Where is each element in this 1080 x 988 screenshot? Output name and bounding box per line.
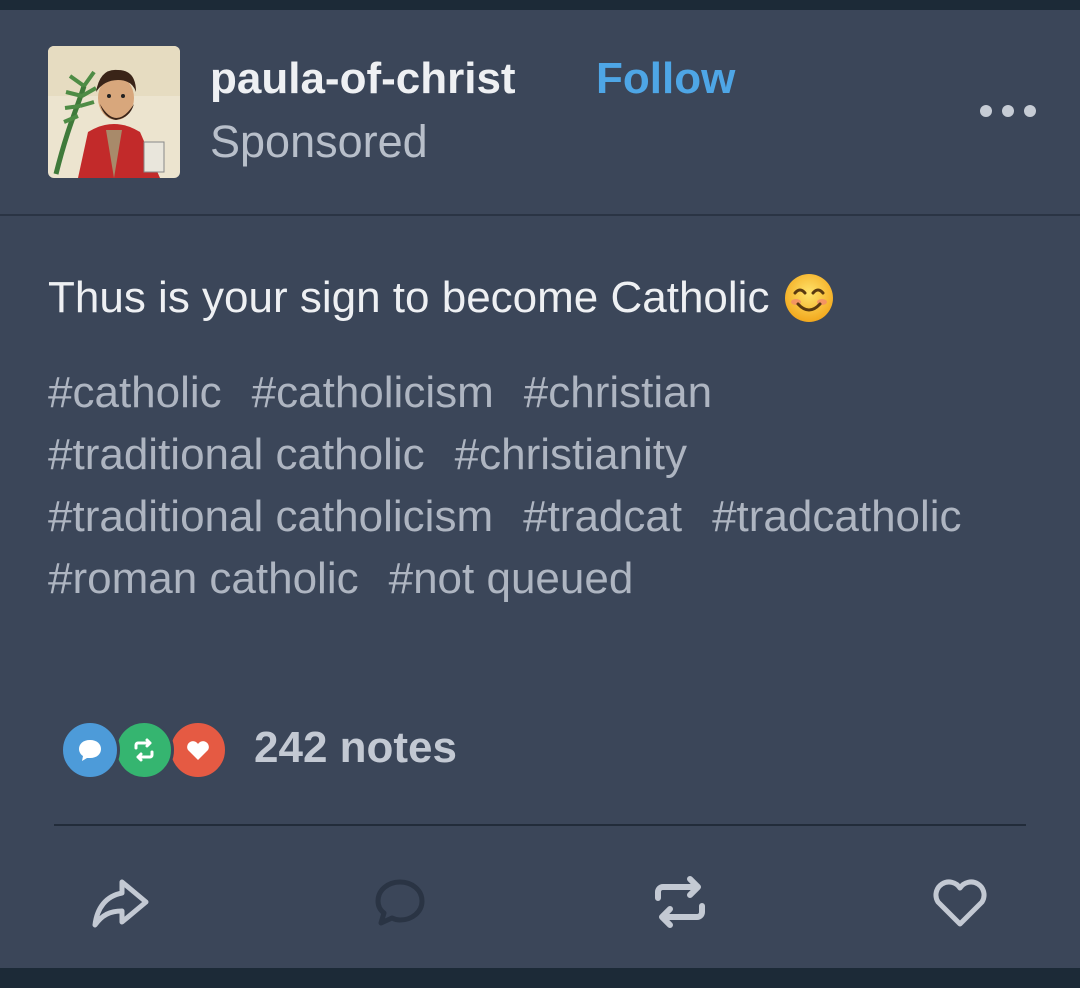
heart-icon bbox=[168, 720, 228, 780]
post-header: paula-of-christ Follow Sponsored bbox=[0, 10, 1080, 215]
post-text: Thus is your sign to become Catholic bbox=[48, 273, 770, 322]
avatar-illustration bbox=[48, 46, 180, 178]
username[interactable]: paula-of-christ bbox=[210, 54, 516, 104]
sponsored-label: Sponsored bbox=[210, 116, 428, 167]
action-bar bbox=[0, 860, 1080, 940]
tag[interactable]: #tradcat bbox=[523, 486, 682, 548]
more-dot bbox=[1024, 105, 1036, 117]
tag[interactable]: #catholicism bbox=[252, 362, 494, 424]
post-body: Thus is your sign to become Catholic bbox=[48, 272, 835, 324]
footer-divider bbox=[54, 824, 1026, 826]
like-icon[interactable] bbox=[928, 870, 992, 934]
reblog-icon[interactable] bbox=[648, 870, 712, 934]
more-dot bbox=[1002, 105, 1014, 117]
tag[interactable]: #traditional catholicism bbox=[48, 486, 493, 548]
tag[interactable]: #christian bbox=[524, 362, 712, 424]
share-icon[interactable] bbox=[88, 870, 152, 934]
tag[interactable]: #tradcatholic bbox=[712, 486, 961, 548]
reply-icon[interactable] bbox=[368, 870, 432, 934]
reblog-icon bbox=[114, 720, 174, 780]
tag[interactable]: #catholic bbox=[48, 362, 222, 424]
more-options-icon[interactable] bbox=[980, 96, 1036, 126]
tag[interactable]: #christianity bbox=[455, 424, 687, 486]
comment-icon bbox=[60, 720, 120, 780]
follow-button[interactable]: Follow bbox=[596, 54, 735, 104]
avatar[interactable] bbox=[48, 46, 180, 178]
tag[interactable]: #traditional catholic bbox=[48, 424, 425, 486]
tag[interactable]: #not queued bbox=[389, 548, 634, 610]
post-card: paula-of-christ Follow Sponsored Thus is… bbox=[0, 10, 1080, 968]
more-dot bbox=[980, 105, 992, 117]
smiling-face-emoji bbox=[785, 274, 834, 322]
note-type-icons bbox=[60, 720, 228, 780]
notes-count[interactable]: 242 notes bbox=[254, 723, 457, 773]
tag-list: #catholic #catholicism #christian #traditio… bbox=[48, 362, 1038, 610]
notes-row[interactable]: 242 notes bbox=[60, 718, 457, 780]
tag[interactable]: #roman catholic bbox=[48, 548, 359, 610]
header-divider bbox=[0, 214, 1080, 216]
